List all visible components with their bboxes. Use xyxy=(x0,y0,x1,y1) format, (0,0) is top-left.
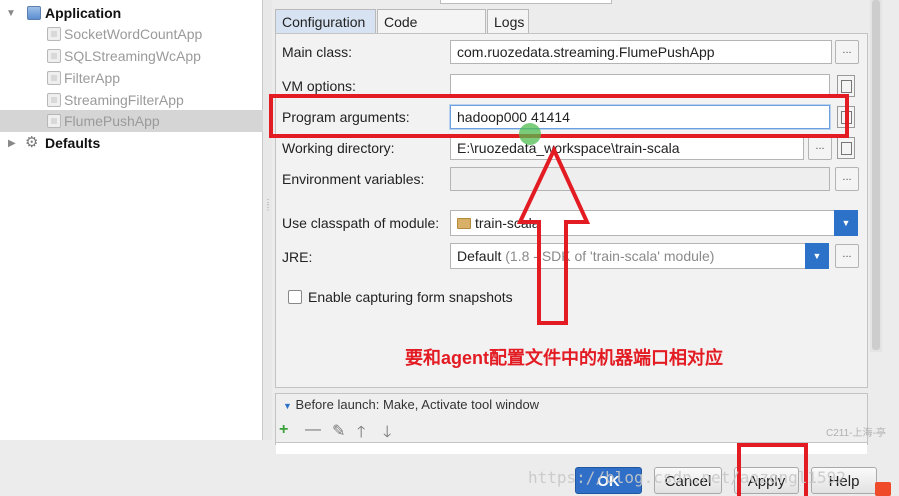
annotation-note: 要和agent配置文件中的机器端口相对应 xyxy=(405,348,724,368)
watermark-tag: C211-上海-亭 xyxy=(826,428,886,439)
mouse-cursor-indicator xyxy=(519,123,541,145)
logo-icon xyxy=(875,482,891,496)
watermark-text: https://blog.csdn.net/aozongl1592 xyxy=(528,468,846,487)
annotation-arrow xyxy=(516,145,591,325)
